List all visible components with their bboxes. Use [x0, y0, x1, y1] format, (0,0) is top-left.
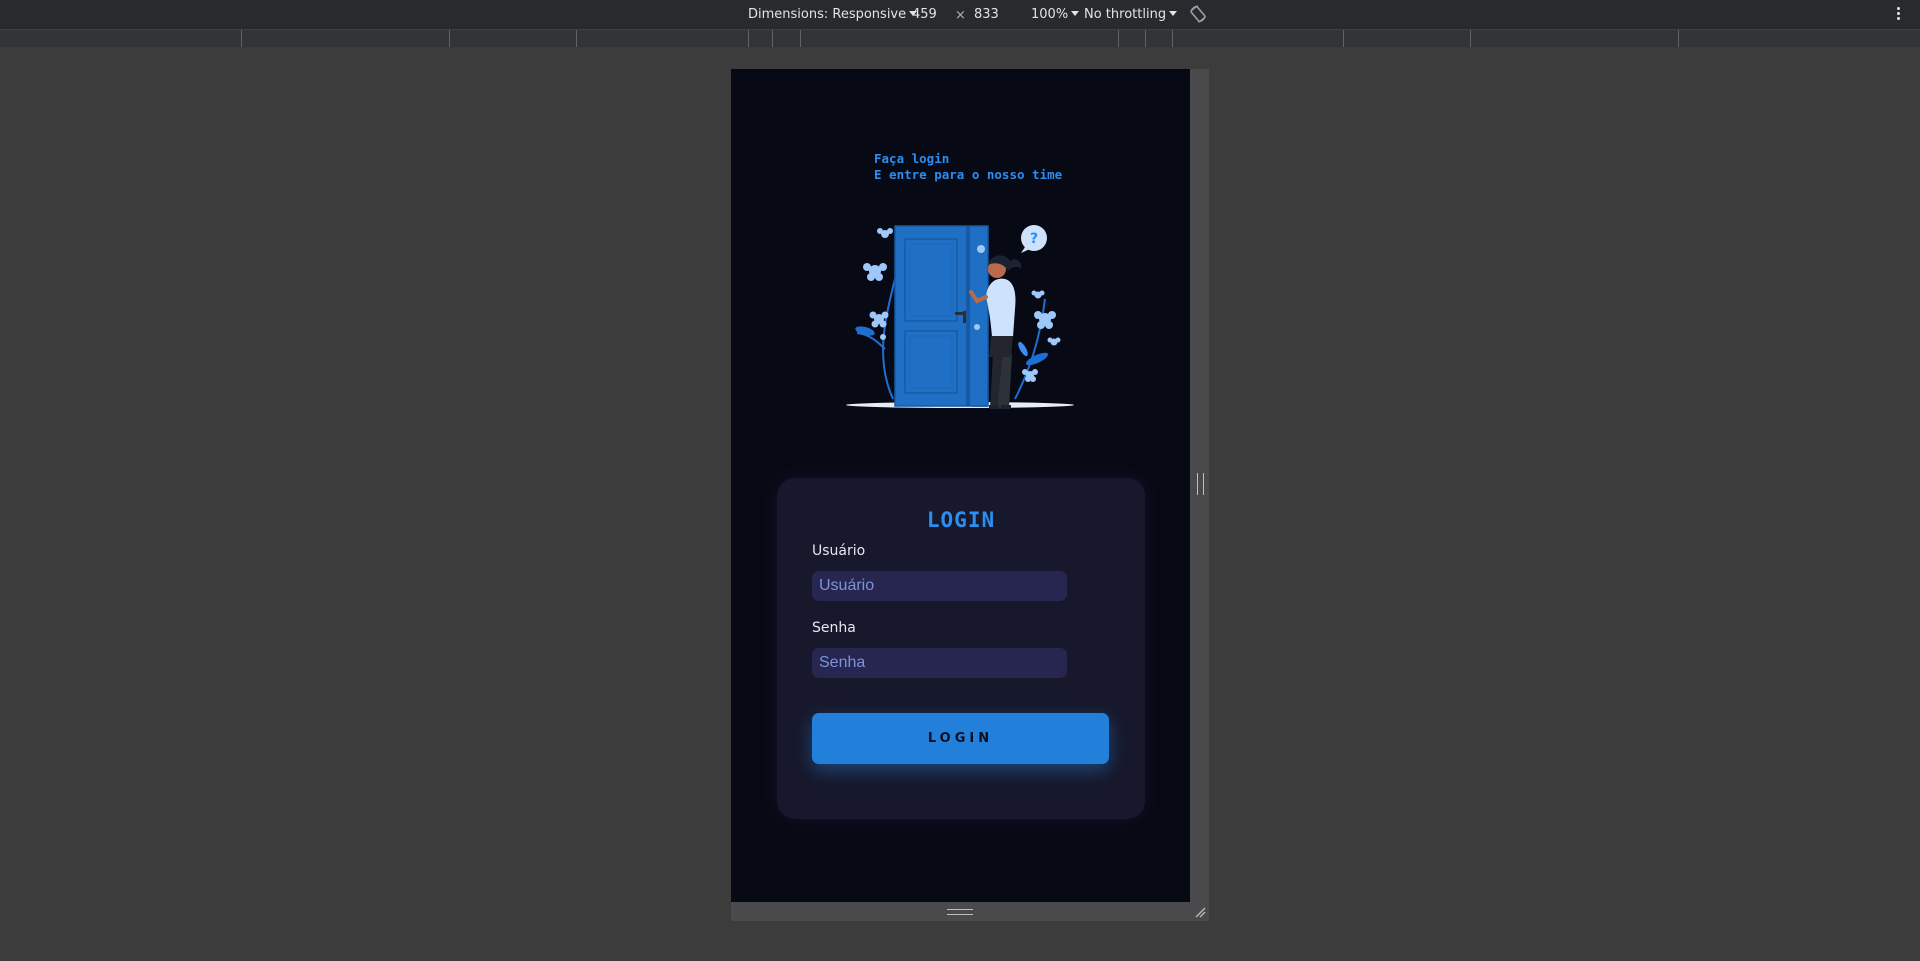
login-title: LOGIN — [926, 508, 996, 532]
door-illustration: ? — [845, 209, 1075, 409]
ruler-marker — [449, 30, 450, 47]
ruler-marker — [1343, 30, 1344, 47]
resize-handle-right[interactable] — [1190, 69, 1209, 902]
drag-grip-icon — [1197, 473, 1204, 495]
password-input[interactable] — [812, 648, 1067, 678]
ruler-marker — [576, 30, 577, 47]
times-sign: × — [955, 8, 966, 23]
resize-corner-icon[interactable] — [1194, 906, 1206, 918]
greeting-line-1: Faça login — [874, 151, 950, 166]
ruler-marker — [800, 30, 801, 47]
login-card: LOGIN Usuário Senha LOGIN — [777, 478, 1145, 819]
password-label: Senha — [812, 620, 856, 636]
more-vertical-icon[interactable] — [1893, 5, 1903, 23]
ruler-marker — [1145, 30, 1146, 47]
resize-handle-bottom[interactable] — [731, 902, 1209, 921]
ruler-marker — [772, 30, 773, 47]
dimensions-dropdown[interactable]: Dimensions: Responsive — [748, 7, 918, 22]
devtools-device-toolbar: Dimensions: Responsive 459 × 833 100% No… — [0, 0, 1920, 30]
chevron-down-icon — [1071, 11, 1080, 16]
greeting-text: Faça login E entre para o nosso time — [874, 151, 1062, 183]
throttling-dropdown[interactable]: No throttling — [1084, 7, 1178, 22]
svg-text:?: ? — [1030, 231, 1038, 247]
device-viewport: Faça login E entre para o nosso time ? L… — [731, 69, 1190, 902]
rotate-icon[interactable] — [1188, 4, 1208, 24]
ruler-marker — [1118, 30, 1119, 47]
throttling-label: No throttling — [1084, 7, 1167, 22]
username-input[interactable] — [812, 571, 1067, 601]
zoom-dropdown[interactable]: 100% — [1031, 7, 1080, 22]
width-input[interactable]: 459 — [912, 7, 937, 22]
ruler-marker — [1678, 30, 1679, 47]
media-query-ruler[interactable] — [0, 30, 1920, 47]
ruler-marker — [241, 30, 242, 47]
zoom-label: 100% — [1031, 7, 1069, 22]
dimensions-label: Dimensions: Responsive — [748, 7, 907, 22]
ruler-marker — [748, 30, 749, 47]
drag-grip-icon — [947, 909, 973, 915]
height-input[interactable]: 833 — [974, 7, 999, 22]
ruler-marker — [1470, 30, 1471, 47]
chevron-down-icon — [1169, 11, 1178, 16]
login-button[interactable]: LOGIN — [812, 713, 1109, 764]
greeting-line-2: E entre para o nosso time — [874, 167, 1063, 182]
username-label: Usuário — [812, 543, 866, 559]
ruler-marker — [1172, 30, 1173, 47]
